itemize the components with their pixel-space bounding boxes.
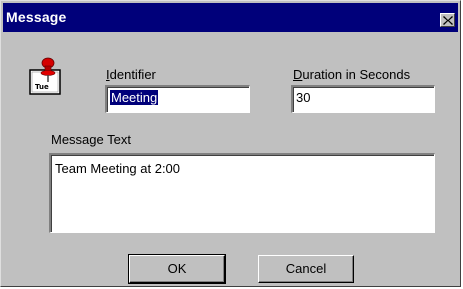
duration-field[interactable]: 30 (291, 85, 435, 113)
identifier-label: Identifier (106, 67, 156, 82)
message-text-label: Message Text (51, 132, 131, 147)
cancel-button[interactable]: Cancel (258, 255, 354, 283)
message-dialog: Message Tue Identifier Meeting Duration … (0, 0, 461, 287)
duration-label: Duration in Seconds (293, 67, 411, 82)
title-bar[interactable]: Message (3, 3, 458, 32)
pushpin-note-icon: Tue (28, 56, 68, 98)
identifier-field[interactable]: Meeting (105, 85, 250, 113)
message-text-value: Team Meeting at 2:00 (55, 161, 181, 176)
close-button[interactable] (440, 13, 455, 27)
close-icon (443, 16, 453, 25)
duration-value: 30 (296, 90, 311, 105)
icon-caption: Tue (35, 83, 49, 91)
identifier-value: Meeting (110, 90, 159, 105)
window-title: Message (6, 9, 67, 25)
message-text-field[interactable]: Team Meeting at 2:00 (49, 153, 435, 233)
ok-button[interactable]: OK (128, 254, 226, 284)
